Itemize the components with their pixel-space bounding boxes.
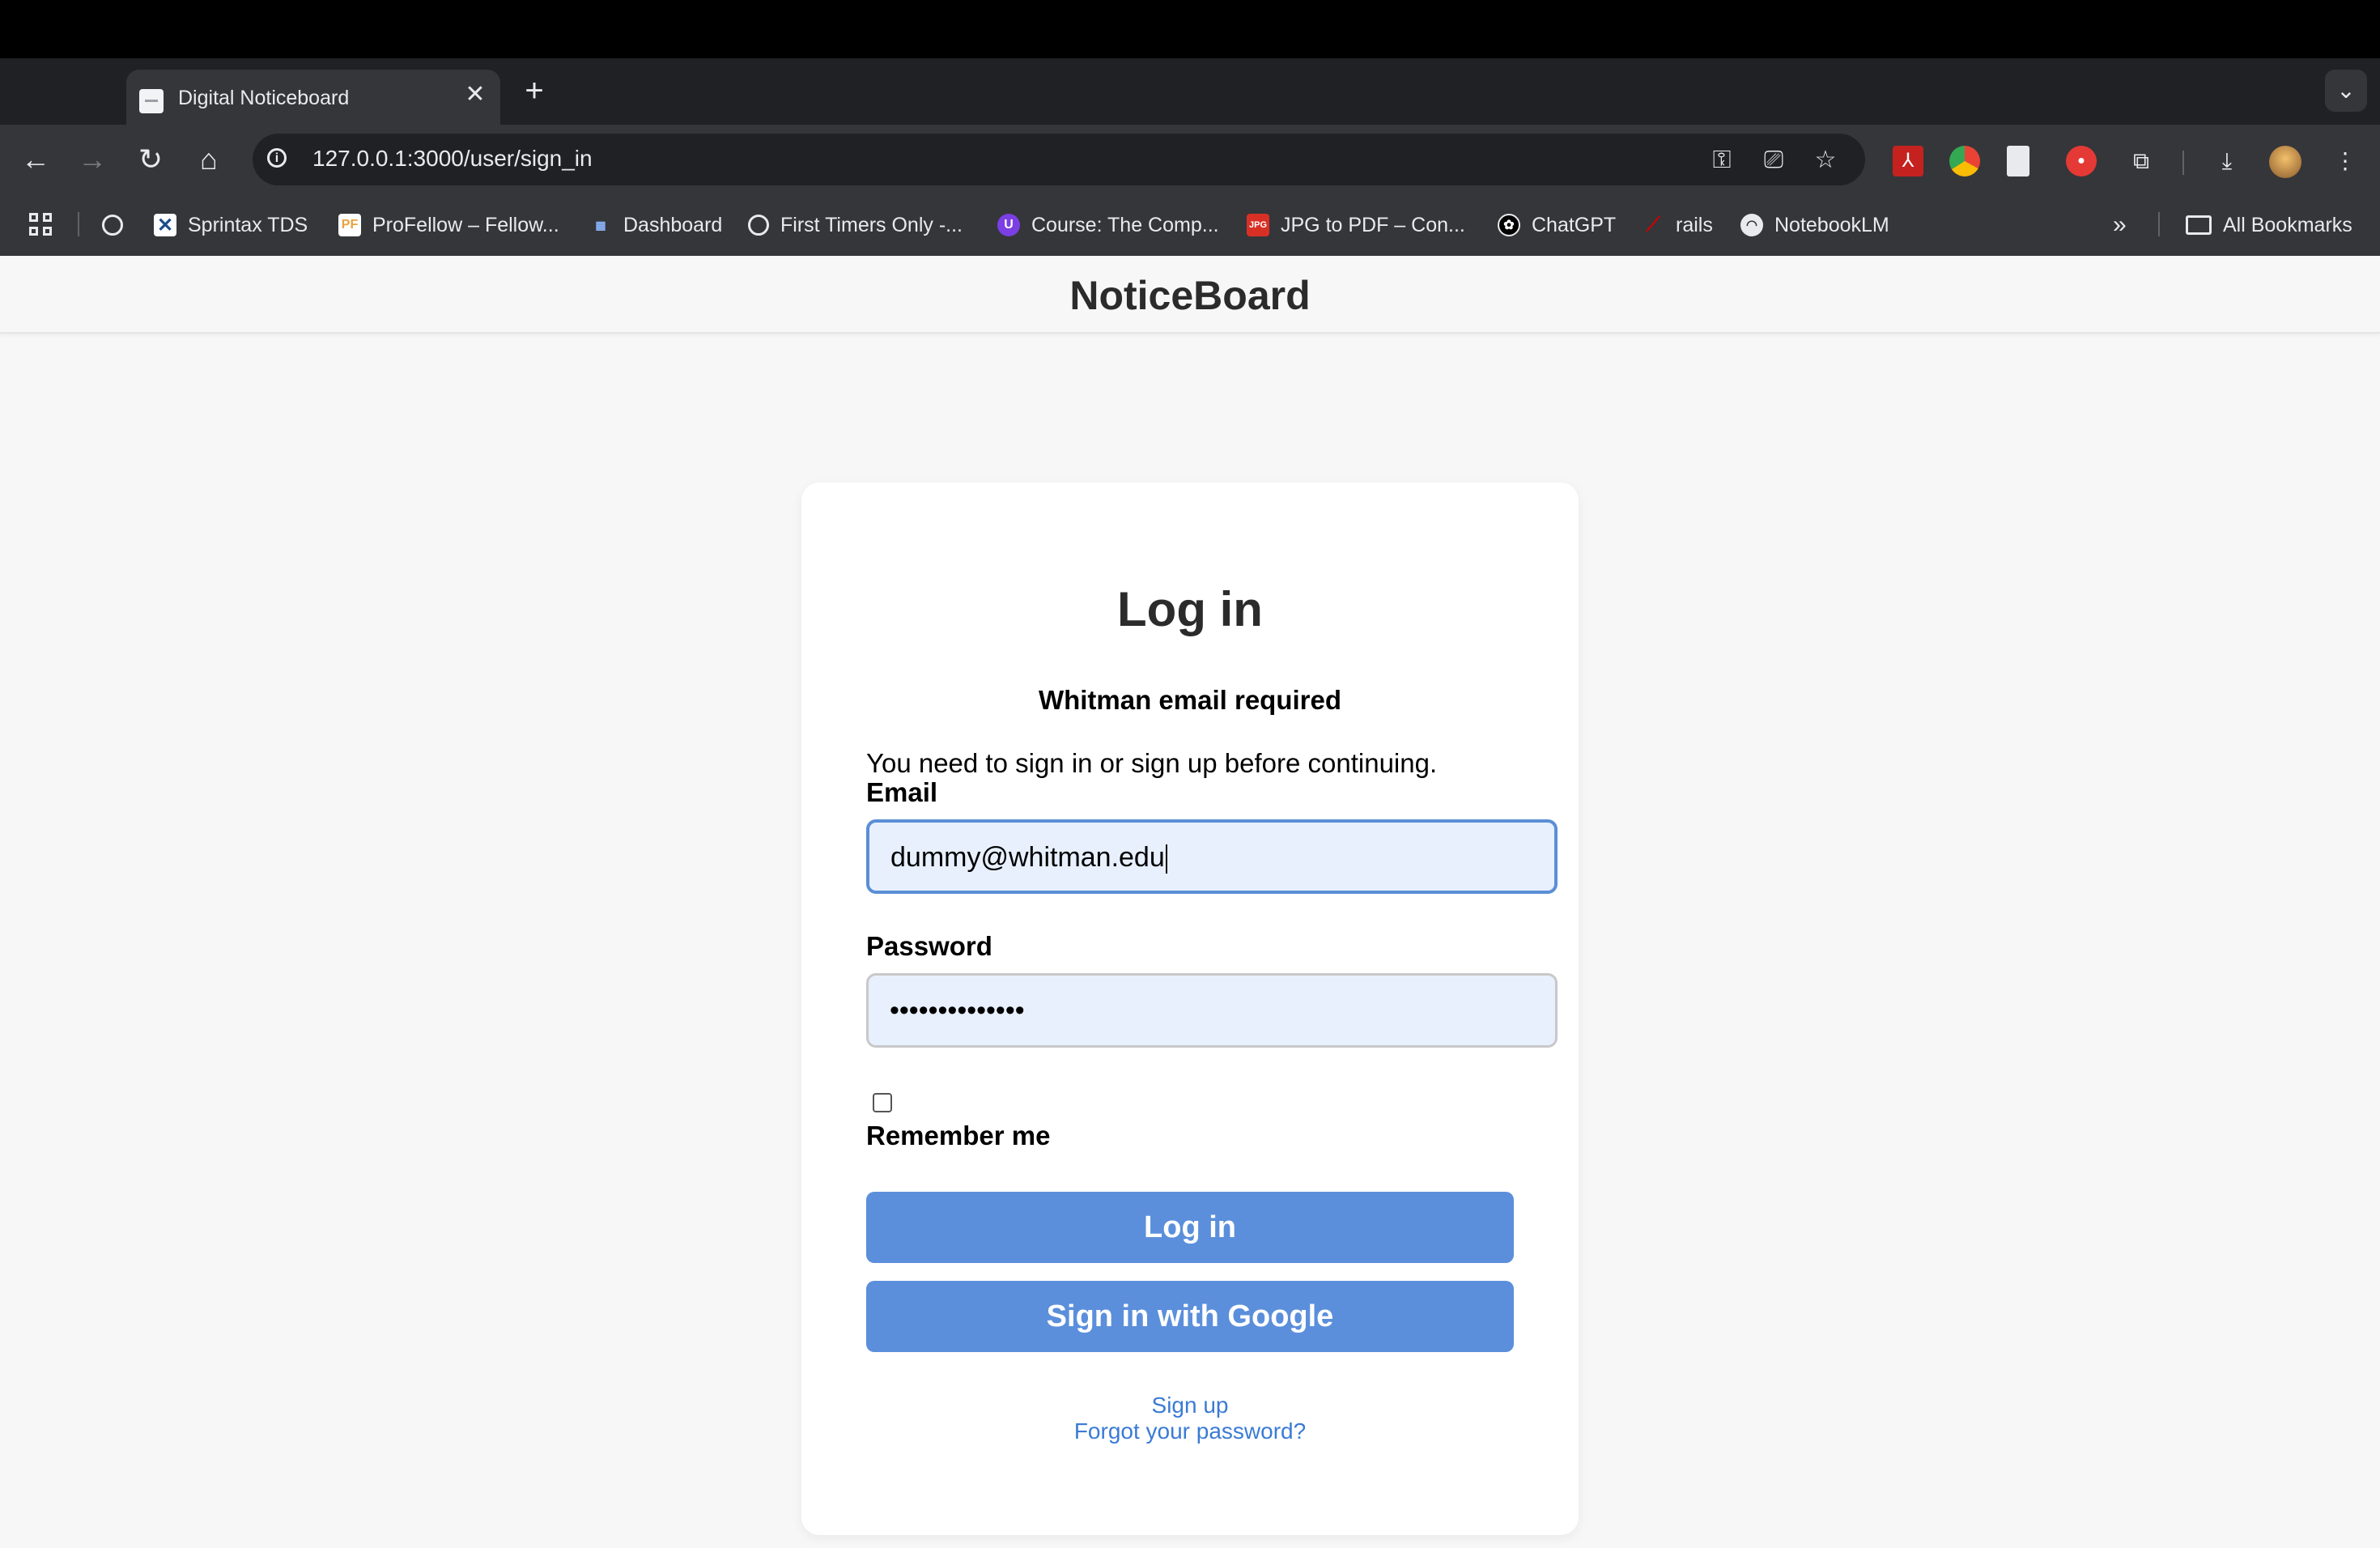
bookmark-label: Course: The Comp... <box>1031 213 1219 236</box>
extensions-puzzle-icon[interactable]: ⧉ <box>2126 146 2157 176</box>
key-icon[interactable]: ⚿ <box>1706 145 1737 176</box>
password-label: Password <box>866 931 992 961</box>
email-label: Email <box>866 777 938 807</box>
forgot-password-link[interactable]: Forgot your password? <box>801 1418 1579 1444</box>
bookmarks-overflow-button[interactable]: » <box>2113 211 2127 239</box>
bookmark-globe[interactable] <box>102 211 123 239</box>
page-favicon-icon <box>139 89 164 113</box>
email-field[interactable]: dummy@whitman.edu <box>866 819 1558 894</box>
site-info-icon[interactable]: i <box>267 148 287 168</box>
sprintax-icon: ✕ <box>154 214 176 236</box>
reload-button[interactable]: ↻ <box>133 142 168 177</box>
bookmark-label: Sprintax TDS <box>188 213 308 236</box>
globe-icon <box>748 215 769 236</box>
auth-alert: You need to sign in or sign up before co… <box>866 748 1438 778</box>
doc-extension-icon[interactable] <box>2007 146 2029 176</box>
signup-link[interactable]: Sign up <box>801 1393 1579 1418</box>
tab-search-button[interactable]: ⌄ <box>2325 70 2367 112</box>
email-value: dummy@whitman.edu <box>890 842 1165 873</box>
bookmark-label: ProFellow – Fellow... <box>372 213 559 236</box>
bookmark-label: NotebookLM <box>1774 213 1889 236</box>
rails-icon: ⟋ <box>1646 214 1660 236</box>
new-tab-button[interactable]: + <box>518 74 550 107</box>
star-icon[interactable]: ☆ <box>1810 145 1841 176</box>
chatgpt-icon: ✿ <box>1498 214 1520 236</box>
os-menu-bar <box>0 0 2380 58</box>
bookmark-course[interactable]: U Course: The Comp... <box>997 211 1219 239</box>
address-bar[interactable]: i 127.0.0.1:3000/user/sign_in ⚿ ⎚ ☆ <box>253 134 1865 185</box>
install-icon[interactable]: ⎚ <box>1758 145 1789 176</box>
jpg-pdf-icon: JPG <box>1247 214 1269 236</box>
text-caret <box>1165 844 1167 874</box>
bookmark-label: ChatGPT <box>1532 213 1617 236</box>
login-card: Log in Whitman email required You need t… <box>801 483 1579 1535</box>
remember-me-label[interactable]: Remember me <box>866 1121 1050 1151</box>
site-brand[interactable]: NoticeBoard <box>0 272 2380 319</box>
bookmark-label: JPG to PDF – Con... <box>1281 213 1465 236</box>
bookmark-sprintax[interactable]: ✕ Sprintax TDS <box>154 211 308 239</box>
bookmark-notebooklm[interactable]: ◠ NotebookLM <box>1740 211 1889 239</box>
google-signin-button[interactable]: Sign in with Google <box>866 1281 1514 1352</box>
bookmark-dashboard[interactable]: ▦ Dashboard <box>589 211 722 239</box>
red-extension-icon[interactable]: ● <box>2066 146 2097 176</box>
acrobat-extension-icon[interactable]: ⅄ <box>1893 146 1923 176</box>
email-requirement-notice: Whitman email required <box>1038 685 1342 715</box>
back-button[interactable]: ← <box>18 142 53 177</box>
tab-title: Digital Noticeboard <box>178 87 350 109</box>
color-extension-icon[interactable] <box>1949 146 1980 176</box>
tab-strip: Digital Noticeboard ✕ + ⌄ <box>0 58 2380 125</box>
bookmark-jpg-to-pdf[interactable]: JPG JPG to PDF – Con... <box>1247 211 1465 239</box>
home-button[interactable]: ⌂ <box>191 142 227 177</box>
profile-avatar[interactable] <box>2269 146 2301 178</box>
password-field[interactable]: •••••••••••••• <box>866 973 1558 1048</box>
all-bookmarks-button[interactable]: All Bookmarks <box>2186 211 2352 239</box>
tab-digital-noticeboard[interactable]: Digital Noticeboard ✕ <box>126 70 500 125</box>
close-tab-icon[interactable]: ✕ <box>463 83 487 107</box>
dashboard-icon: ▦ <box>595 218 606 232</box>
bookmark-profellow[interactable]: PF ProFellow – Fellow... <box>338 211 559 239</box>
bookmark-chatgpt[interactable]: ✿ ChatGPT <box>1498 211 1616 239</box>
url-text[interactable]: 127.0.0.1:3000/user/sign_in <box>312 146 593 172</box>
bookmarks-divider <box>2158 212 2160 236</box>
profellow-icon: PF <box>338 214 361 236</box>
globe-icon <box>102 215 123 236</box>
bookmark-label: Dashboard <box>623 213 723 236</box>
toolbar-divider <box>2182 151 2184 175</box>
bookmarks-divider <box>78 212 79 236</box>
login-button[interactable]: Log in <box>866 1192 1514 1263</box>
course-icon: U <box>997 214 1020 236</box>
menu-kebab-icon[interactable]: ⋮ <box>2330 146 2361 176</box>
bookmark-rails[interactable]: ⟋ rails <box>1642 211 1713 239</box>
password-value: •••••••••••••• <box>890 995 1025 1026</box>
forward-button[interactable]: → <box>74 142 110 177</box>
all-bookmarks-label: All Bookmarks <box>2223 213 2352 236</box>
bookmarks-bar: ✕ Sprintax TDS PF ProFellow – Fellow... … <box>0 194 2380 257</box>
page-title: Log in <box>1117 582 1263 636</box>
notebooklm-icon: ◠ <box>1740 214 1763 236</box>
downloads-icon[interactable]: ⤓ <box>2212 146 2242 176</box>
bookmark-first-timers[interactable]: First Timers Only -... <box>748 211 963 239</box>
bookmark-label: First Timers Only -... <box>780 213 963 236</box>
remember-me-checkbox[interactable] <box>873 1093 892 1112</box>
apps-grid-icon[interactable] <box>29 213 53 237</box>
folder-icon <box>2186 215 2212 235</box>
site-header: NoticeBoard <box>0 256 2380 334</box>
bookmark-label: rails <box>1676 213 1713 236</box>
